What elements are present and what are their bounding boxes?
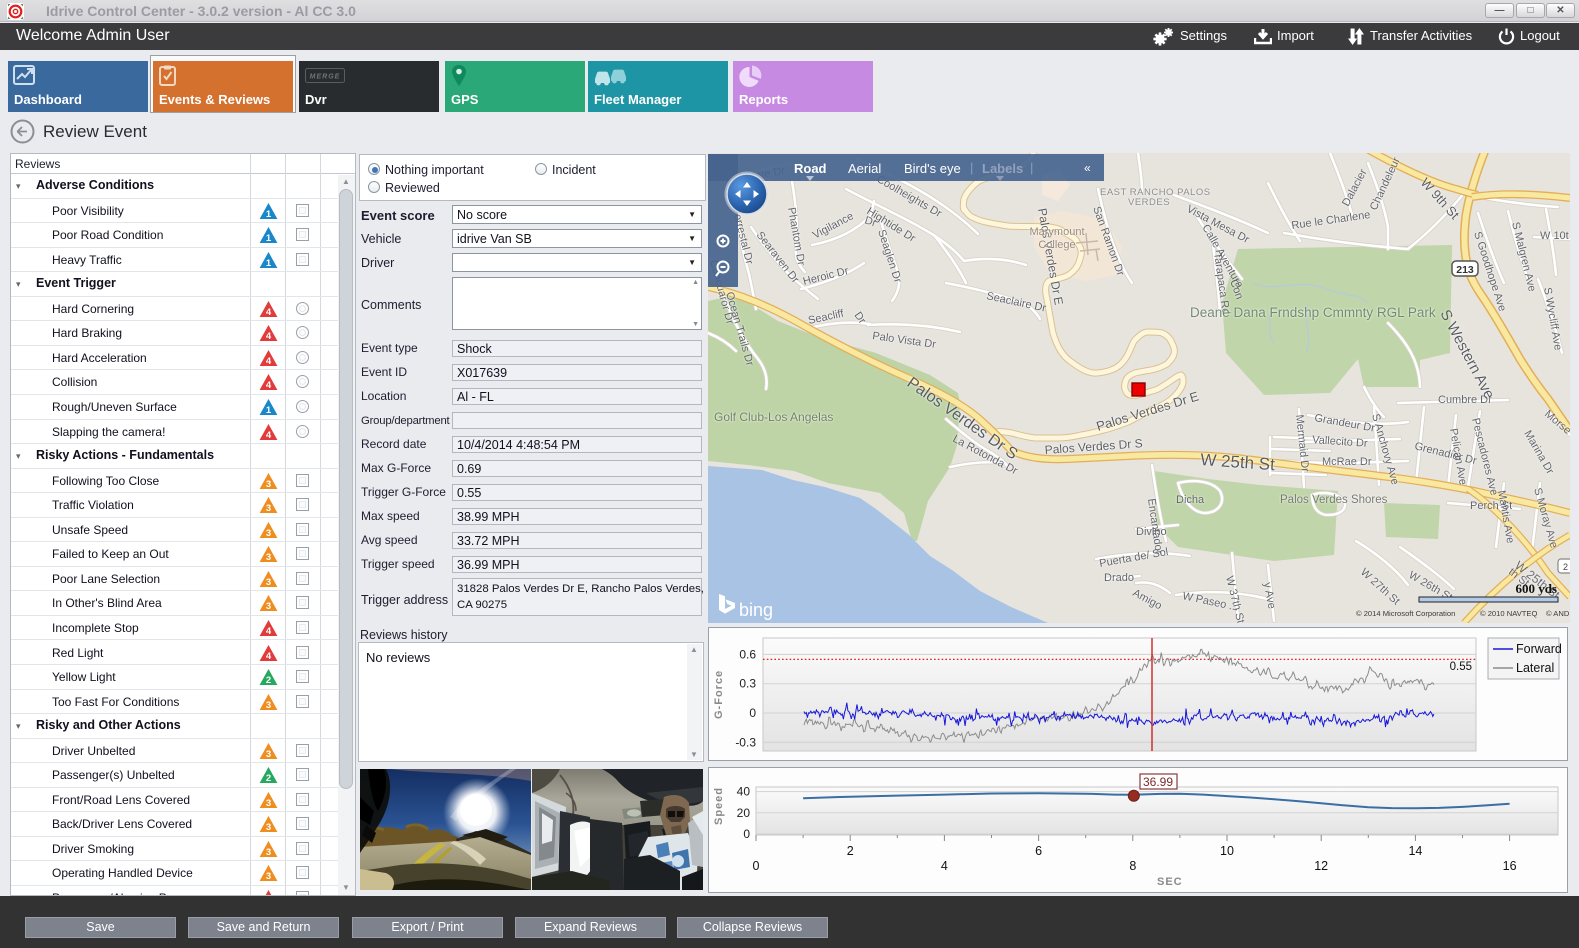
svg-text:12: 12 xyxy=(1314,859,1328,873)
svg-text:-0.3: -0.3 xyxy=(735,735,756,749)
svg-text:3: 3 xyxy=(266,847,271,858)
svg-text:213: 213 xyxy=(1456,264,1474,276)
svg-text:3: 3 xyxy=(266,503,271,514)
svg-text:16: 16 xyxy=(1503,859,1517,873)
svg-text:0: 0 xyxy=(749,706,756,720)
svg-text:«: « xyxy=(1084,161,1091,175)
svg-text:Deane Dana Frndshp Cmmnty RGL: Deane Dana Frndshp Cmmnty RGL Park xyxy=(1190,305,1436,320)
svg-text:Drado: Drado xyxy=(1104,572,1134,584)
svg-text:Lateral: Lateral xyxy=(1516,661,1554,675)
svg-text:0: 0 xyxy=(753,859,760,873)
svg-text:Forward: Forward xyxy=(1516,642,1562,656)
svg-text:3: 3 xyxy=(266,798,271,809)
svg-text:G-Force: G-Force xyxy=(713,670,725,719)
svg-text:Golf Club-Los Angelas: Golf Club-Los Angelas xyxy=(714,410,833,424)
svg-text:3: 3 xyxy=(266,749,271,760)
svg-text:10: 10 xyxy=(1220,844,1234,858)
svg-text:College: College xyxy=(1038,239,1075,251)
svg-text:3: 3 xyxy=(266,552,271,563)
svg-text:3: 3 xyxy=(266,577,271,588)
svg-text:1: 1 xyxy=(266,233,272,244)
svg-text:Bird's eye: Bird's eye xyxy=(904,161,961,176)
svg-text:2: 2 xyxy=(847,844,854,858)
svg-text:600 yds: 600 yds xyxy=(1515,581,1557,596)
svg-text:0: 0 xyxy=(743,827,750,841)
svg-text:3: 3 xyxy=(266,601,271,612)
svg-text:2: 2 xyxy=(266,773,271,784)
svg-text:1: 1 xyxy=(266,405,272,416)
svg-text:3: 3 xyxy=(266,822,271,833)
svg-text:Marymount: Marymount xyxy=(1029,226,1084,238)
svg-text:0.6: 0.6 xyxy=(739,647,756,661)
svg-text:VERDES: VERDES xyxy=(1128,197,1170,208)
svg-text:0.3: 0.3 xyxy=(739,677,756,691)
svg-text:4: 4 xyxy=(266,356,272,367)
svg-text:Palos Verdes Shores: Palos Verdes Shores xyxy=(1280,494,1388,506)
svg-text:2: 2 xyxy=(1563,562,1568,572)
svg-text:4: 4 xyxy=(266,331,272,342)
svg-text:4: 4 xyxy=(941,859,948,873)
svg-text:4: 4 xyxy=(266,307,272,318)
svg-text:Road: Road xyxy=(794,161,827,176)
svg-text:1: 1 xyxy=(266,258,272,269)
svg-text:© 2010 NAVTEQ: © 2010 NAVTEQ xyxy=(1480,609,1537,618)
svg-text:McRae Dr: McRae Dr xyxy=(1322,456,1372,468)
svg-text:0.55: 0.55 xyxy=(1450,661,1472,673)
svg-text:36.99: 36.99 xyxy=(1143,775,1173,789)
svg-text:14: 14 xyxy=(1408,844,1422,858)
svg-text:20: 20 xyxy=(737,806,751,820)
svg-text:1: 1 xyxy=(266,209,272,220)
svg-text:Divino: Divino xyxy=(1136,526,1167,538)
svg-text:SEC: SEC xyxy=(1157,876,1183,888)
svg-text:3: 3 xyxy=(266,700,271,711)
svg-text:3: 3 xyxy=(266,528,271,539)
svg-text:bing: bing xyxy=(739,600,773,620)
svg-text:4: 4 xyxy=(266,380,272,391)
svg-text:3: 3 xyxy=(266,871,271,882)
svg-text:© 2014 Microsoft Corporation: © 2014 Microsoft Corporation xyxy=(1356,609,1455,618)
svg-text:2: 2 xyxy=(266,675,271,686)
svg-text:W 10t: W 10t xyxy=(1540,230,1569,242)
svg-text:Aerial: Aerial xyxy=(848,161,881,176)
svg-text:© AND: © AND xyxy=(1546,609,1570,618)
svg-text:4: 4 xyxy=(266,626,272,637)
svg-text:|: | xyxy=(1030,160,1033,175)
svg-text:3: 3 xyxy=(266,479,271,490)
svg-text:4: 4 xyxy=(266,651,272,662)
svg-text:Labels: Labels xyxy=(982,161,1023,176)
svg-text:|: | xyxy=(970,160,973,175)
svg-text:MERGE: MERGE xyxy=(310,74,341,81)
svg-text:6: 6 xyxy=(1035,844,1042,858)
svg-text:4: 4 xyxy=(266,430,272,441)
svg-text:Speed: Speed xyxy=(713,787,725,825)
svg-text:Dicha: Dicha xyxy=(1176,494,1205,506)
svg-text:40: 40 xyxy=(737,785,751,799)
svg-text:8: 8 xyxy=(1129,859,1136,873)
